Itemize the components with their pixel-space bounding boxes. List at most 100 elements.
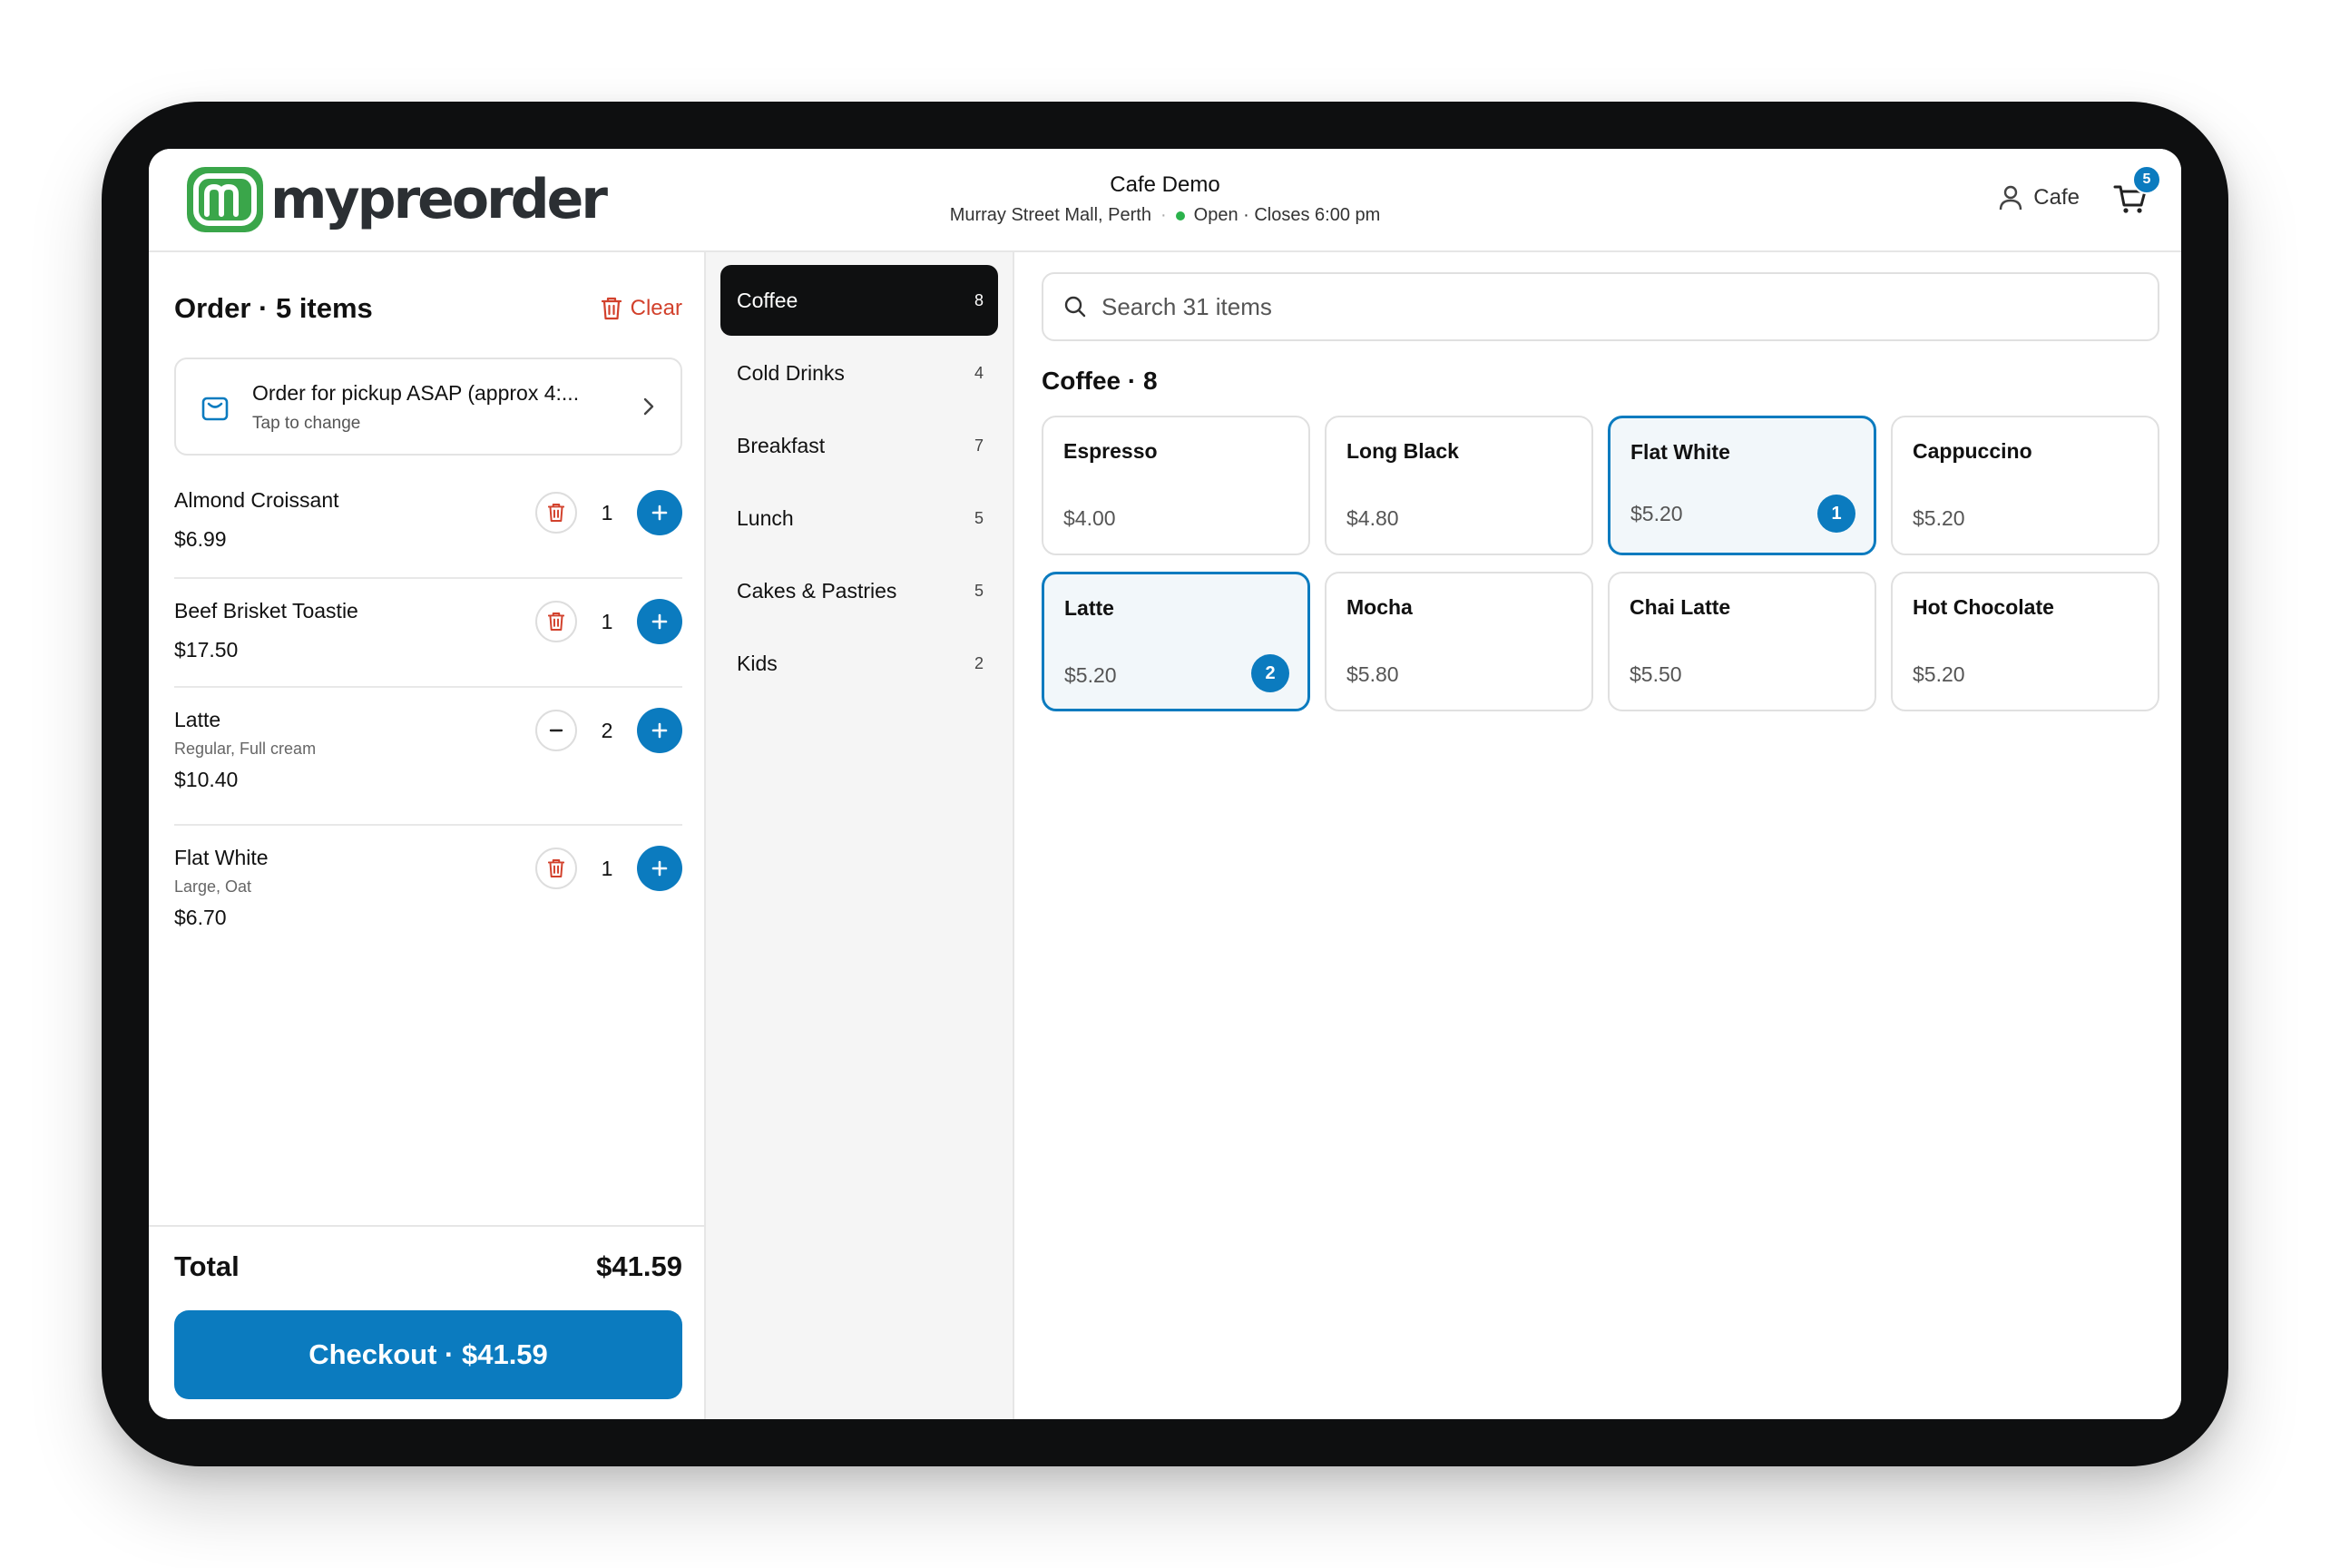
category-label: Cold Drinks [737,360,845,385]
order-item: Beef Brisket Toastie $17.50 1 [174,579,682,688]
category-label: Kids [737,651,778,675]
search-bar [1042,272,2159,341]
product-card-hot-chocolate[interactable]: Hot Chocolate $5.20 [1891,572,2159,711]
category-count: 4 [974,363,984,382]
search-icon [1064,296,1086,318]
order-items-list: Almond Croissant $6.99 1 Beef Brisket To… [174,470,682,962]
total-value: $41.59 [596,1250,682,1282]
trash-icon [548,504,564,522]
category-label: Breakfast [737,433,826,457]
order-item-price: $17.50 [174,638,239,662]
order-item-name: Latte [174,708,221,731]
order-item: Flat White Large, Oat $6.70 1 [174,826,682,962]
category-cakes-pastries[interactable]: Cakes & Pastries 5 [720,555,998,626]
category-cold-drinks[interactable]: Cold Drinks 4 [720,338,998,408]
remove-item-button[interactable] [535,848,577,889]
plus-icon [651,505,668,521]
product-name: Long Black [1346,439,1459,463]
in-cart-badge: 2 [1251,654,1289,692]
product-name: Cappuccino [1913,439,2032,463]
order-item-price: $6.70 [174,906,227,929]
increase-quantity-button[interactable] [637,708,682,753]
product-name: Mocha [1346,595,1413,619]
product-price: $5.20 [1064,663,1117,687]
product-price: $5.20 [1913,662,1965,686]
product-price: $5.80 [1346,662,1399,686]
order-panel: Order · 5 items Clear Order for pickup A… [149,252,706,1419]
remove-item-button[interactable] [535,601,577,642]
product-price: $4.00 [1063,506,1116,530]
increase-quantity-button[interactable] [637,599,682,644]
pickup-hint: Tap to change [252,414,361,433]
product-card-chai-latte[interactable]: Chai Latte $5.50 [1608,572,1876,711]
decrease-quantity-button[interactable] [535,710,577,751]
section-title: Coffee · 8 [1042,367,1158,395]
category-count: 5 [974,581,984,600]
order-item-options: Regular, Full cream [174,740,317,758]
quantity-value: 2 [601,718,613,742]
logo-mark-icon [187,167,263,232]
order-item: Latte Regular, Full cream $10.40 2 [174,688,682,826]
product-card-espresso[interactable]: Espresso $4.00 [1042,416,1310,555]
increase-quantity-button[interactable] [637,490,682,535]
category-kids[interactable]: Kids 2 [720,628,998,699]
cart-button[interactable]: 5 [2112,165,2161,216]
product-price: $5.20 [1913,506,1965,530]
order-item-name: Almond Croissant [174,488,339,512]
product-price: $5.20 [1630,502,1683,525]
product-name: Flat White [1630,440,1730,464]
app-screen: mypreorder Cafe Demo Murray Street Mall,… [149,149,2181,1419]
order-item-name: Flat White [174,846,269,869]
store-location: Murray Street Mall, Perth [949,205,1151,225]
product-card-latte[interactable]: Latte $5.20 2 [1042,572,1310,711]
total-label: Total [174,1250,240,1282]
trash-icon [601,297,622,320]
category-label: Coffee [737,288,798,312]
plus-icon [651,722,668,739]
checkout-button[interactable]: Checkout · $41.59 [174,1310,682,1399]
quantity-stepper: 1 [535,490,682,535]
order-header: Order · 5 items Clear [174,292,682,325]
quantity-value: 1 [601,609,613,633]
trash-icon [548,612,564,631]
pickup-time-selector[interactable]: Order for pickup ASAP (approx 4:... Tap … [174,358,682,456]
category-count: 7 [974,436,984,455]
increase-quantity-button[interactable] [637,846,682,891]
category-lunch[interactable]: Lunch 5 [720,483,998,554]
order-item-price: $6.99 [174,527,227,551]
product-card-long-black[interactable]: Long Black $4.80 [1325,416,1593,555]
product-card-flat-white[interactable]: Flat White $5.20 1 [1608,416,1876,555]
remove-item-button[interactable] [535,492,577,534]
user-icon [2000,185,2022,211]
account-button[interactable]: Cafe [1999,185,2080,211]
menu-panel: Coffee · 8 Espresso $4.00 Long Black $4.… [1014,252,2181,1419]
clear-order-button[interactable]: Clear [601,296,682,321]
checkout-label: Checkout · $41.59 [308,1338,548,1370]
order-item-options: Large, Oat [174,877,252,896]
category-count: 5 [974,508,984,527]
quantity-value: 1 [601,500,613,524]
store-status: Open · Closes 6:00 pm [1193,205,1381,225]
search-input[interactable] [1101,292,2100,321]
total-row: Total $41.59 [174,1250,682,1283]
plus-icon [651,860,668,877]
product-card-cappuccino[interactable]: Cappuccino $5.20 [1891,416,2159,555]
category-sidebar: Coffee 8 Cold Drinks 4 Breakfast 7 Lunch… [706,252,1014,1419]
order-title: Order · 5 items [174,292,373,324]
clear-label: Clear [630,296,682,320]
quantity-value: 1 [601,856,613,880]
trash-icon [548,859,564,877]
brand-logo[interactable]: mypreorder [187,167,608,232]
category-label: Cakes & Pastries [737,578,897,603]
quantity-stepper: 1 [535,599,682,644]
account-label: Cafe [2033,185,2080,210]
order-item: Almond Croissant $6.99 1 [174,470,682,579]
plus-icon [651,613,668,630]
product-name: Latte [1064,596,1114,620]
category-breakfast[interactable]: Breakfast 7 [720,410,998,481]
product-card-mocha[interactable]: Mocha $5.80 [1325,572,1593,711]
order-item-price: $10.40 [174,768,239,791]
order-summary: Total $41.59 Checkout · $41.59 [149,1225,706,1419]
category-label: Lunch [737,505,794,530]
category-coffee[interactable]: Coffee 8 [720,265,998,336]
